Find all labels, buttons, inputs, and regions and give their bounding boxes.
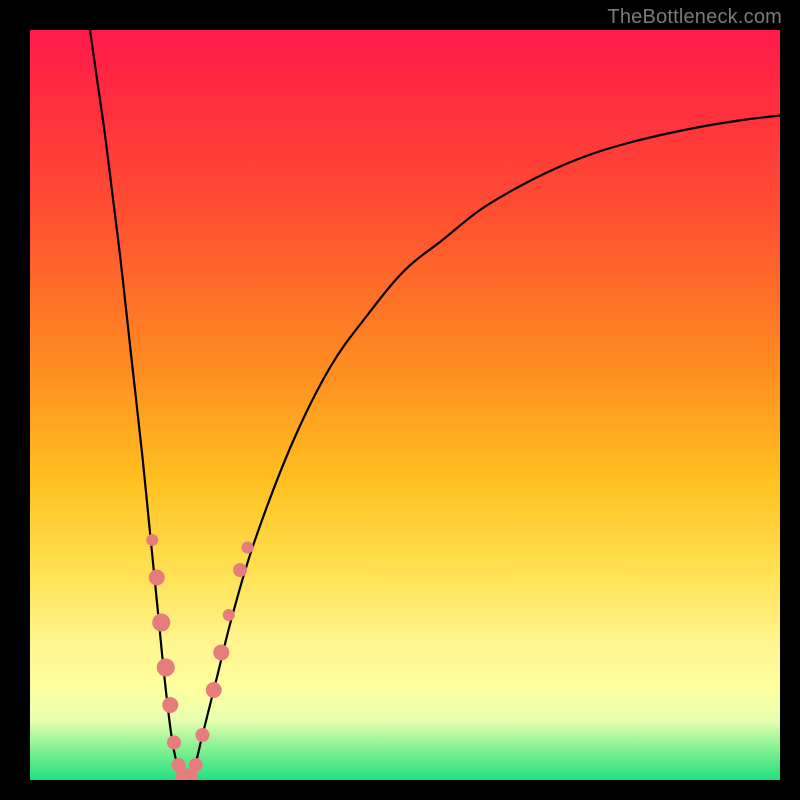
marker-dot	[146, 534, 158, 546]
bottleneck-curve	[90, 30, 780, 780]
curve-layer	[30, 30, 780, 780]
watermark-text: TheBottleneck.com	[607, 6, 782, 29]
marker-dot	[233, 563, 247, 577]
plot-area	[30, 30, 780, 780]
marker-dot	[213, 645, 229, 661]
chart-frame: TheBottleneck.com	[0, 0, 800, 800]
marker-dot	[196, 728, 210, 742]
marker-dot	[162, 697, 178, 713]
marker-dot	[223, 609, 235, 621]
marker-dot	[157, 659, 175, 677]
marker-dot	[189, 758, 203, 772]
marker-dot	[152, 614, 170, 632]
marker-dot	[242, 542, 254, 554]
marker-dot	[149, 570, 165, 586]
marker-dot	[206, 682, 222, 698]
marker-dot	[167, 736, 181, 750]
